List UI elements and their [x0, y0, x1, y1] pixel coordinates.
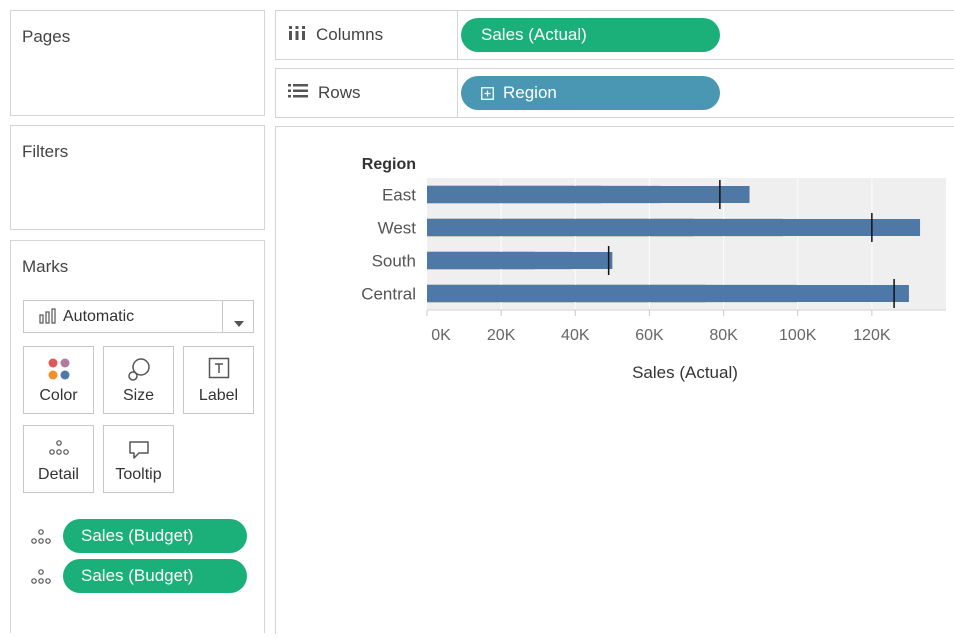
color-icon: [24, 357, 93, 381]
detail-label: Detail: [38, 466, 79, 483]
columns-label-cell: Columns: [276, 11, 458, 59]
x-tick-label: 60K: [635, 327, 664, 344]
marks-card: Marks Automatic Color Size Label Detail …: [10, 240, 265, 633]
row-label: South: [372, 252, 416, 271]
x-tick-label: 20K: [487, 327, 516, 344]
chart-view: East West South Central Region 0K 20K 40K 60K 80K…: [275, 126, 954, 634]
bar-chart-icon: [39, 307, 57, 324]
pages-shelf[interactable]: Pages: [10, 10, 265, 116]
columns-shelf[interactable]: Columns Sales (Actual): [275, 10, 954, 60]
detail-icon: [31, 569, 51, 590]
tooltip-button[interactable]: Tooltip: [103, 425, 174, 493]
color-button[interactable]: Color: [23, 346, 94, 414]
x-axis-title: Sales (Actual): [632, 363, 738, 382]
sales-actual-pill[interactable]: Sales (Actual): [461, 18, 720, 52]
detail-icon: [31, 529, 51, 550]
bar-west: [427, 219, 921, 236]
row-label: Central: [361, 285, 416, 304]
label-icon: [184, 357, 253, 379]
x-tick-label: 0K: [431, 327, 451, 344]
filters-title: Filters: [22, 142, 69, 161]
x-tick-label: 100K: [779, 327, 817, 344]
size-label: Size: [122, 387, 155, 404]
rows-label-group: Rows: [288, 69, 361, 117]
bar-south: [427, 252, 613, 269]
mark-type-dropdown[interactable]: Automatic: [23, 300, 254, 333]
size-icon: [104, 357, 173, 383]
row-label: West: [378, 219, 417, 238]
bullet-chart: East West South Central Region 0K 20K 40K 60K 80K…: [361, 156, 946, 382]
rows-icon: [288, 83, 308, 103]
label-label: Label: [198, 387, 239, 404]
row-label: East: [382, 186, 416, 205]
rows-label-cell: Rows: [276, 69, 458, 117]
bar-central: [427, 285, 909, 302]
tooltip-icon: [104, 440, 173, 460]
chevron-down-icon[interactable]: [234, 314, 244, 332]
tooltip-label: Tooltip: [115, 466, 162, 483]
filters-shelf[interactable]: Filters: [10, 125, 265, 230]
color-label: Color: [39, 387, 78, 404]
size-button[interactable]: Size: [103, 346, 174, 414]
rows-label: Rows: [318, 83, 361, 102]
mark-type-value: Automatic: [63, 307, 135, 325]
detail-field-row: Sales (Budget): [31, 519, 251, 553]
region-pill-label: Region: [503, 83, 557, 102]
row-header: Region: [362, 156, 416, 173]
detail-button[interactable]: Detail: [23, 425, 94, 493]
detail-field-row: Sales (Budget): [31, 559, 251, 593]
label-button[interactable]: Label: [183, 346, 254, 414]
marks-title: Marks: [22, 257, 69, 276]
x-tick-label: 80K: [709, 327, 738, 344]
region-pill[interactable]: Region: [461, 76, 720, 110]
rows-shelf[interactable]: Rows Region: [275, 68, 954, 118]
x-tick-label: 40K: [561, 327, 590, 344]
columns-icon: [288, 25, 306, 46]
detail-icon: [24, 440, 93, 456]
columns-label: Columns: [316, 25, 384, 44]
sales-budget-pill[interactable]: Sales (Budget): [63, 559, 247, 593]
bar-east: [427, 186, 750, 203]
x-tick-label: 120K: [853, 327, 891, 344]
sales-budget-pill[interactable]: Sales (Budget): [63, 519, 247, 553]
pages-title: Pages: [22, 27, 71, 46]
columns-label-group: Columns: [288, 11, 383, 59]
expand-icon[interactable]: [481, 86, 494, 100]
